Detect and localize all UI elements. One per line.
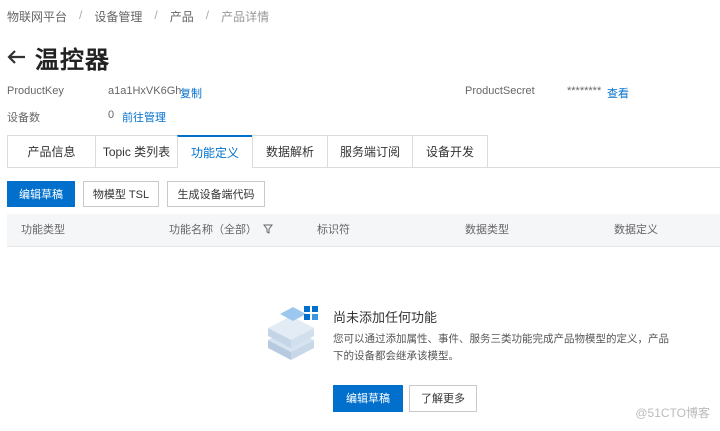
column-data-type: 数据类型 bbox=[465, 224, 509, 236]
generate-code-button[interactable]: 生成设备端代码 bbox=[167, 181, 265, 207]
cube-stack-icon bbox=[268, 306, 318, 360]
product-key-label: ProductKey bbox=[7, 85, 64, 97]
arrow-left-icon[interactable] bbox=[7, 45, 35, 71]
tab-device-development[interactable]: 设备开发 bbox=[412, 135, 488, 167]
breadcrumb-item-product[interactable]: 产品 bbox=[170, 8, 194, 25]
column-function-name[interactable]: 功能名称（全部） bbox=[169, 214, 274, 246]
filter-icon[interactable] bbox=[263, 224, 274, 234]
breadcrumb-item-product-detail: 产品详情 bbox=[221, 10, 270, 24]
tab-product-info[interactable]: 产品信息 bbox=[7, 135, 96, 167]
product-secret-value: ******** bbox=[567, 85, 602, 97]
tab-data-parsing[interactable]: 数据解析 bbox=[252, 135, 328, 167]
breadcrumb: 物联网平台 / 设备管理 / 产品 / 产品详情 bbox=[7, 8, 269, 25]
manage-devices-link[interactable]: 前往管理 bbox=[122, 109, 166, 125]
copy-link[interactable]: 复制 bbox=[180, 85, 202, 101]
view-secret-link[interactable]: 查看 bbox=[607, 85, 629, 101]
product-secret-label: ProductSecret bbox=[465, 85, 535, 97]
product-key-value: a1a1HxVK6Gh bbox=[108, 85, 182, 97]
tab-function-definition[interactable]: 功能定义 bbox=[177, 135, 253, 168]
empty-state-title: 尚未添加任何功能 bbox=[333, 310, 438, 325]
column-data-definition: 数据定义 bbox=[614, 224, 658, 236]
title-row: 温控器 bbox=[7, 40, 110, 75]
column-function-name-label: 功能名称（全部） bbox=[169, 224, 257, 236]
edit-draft-button[interactable]: 编辑草稿 bbox=[7, 181, 75, 207]
watermark: @51CTO博客 bbox=[635, 406, 710, 420]
tab-server-subscription[interactable]: 服务端订阅 bbox=[327, 135, 413, 167]
device-count-label: 设备数 bbox=[7, 112, 40, 124]
page-title: 温控器 bbox=[35, 47, 110, 74]
empty-edit-draft-button[interactable]: 编辑草稿 bbox=[333, 385, 403, 412]
breadcrumb-separator: / bbox=[79, 8, 83, 22]
tsl-button[interactable]: 物模型 TSL bbox=[83, 181, 159, 207]
empty-state-description: 您可以通过添加属性、事件、服务三类功能完成产品物模型的定义，产品下的设备都会继承… bbox=[333, 333, 669, 362]
breadcrumb-separator: / bbox=[154, 8, 158, 22]
tab-bar: 产品信息 Topic 类列表 功能定义 数据解析 服务端订阅 设备开发 bbox=[7, 135, 720, 168]
tab-topic-list[interactable]: Topic 类列表 bbox=[95, 135, 178, 167]
breadcrumb-item-device-management[interactable]: 设备管理 bbox=[94, 8, 142, 25]
breadcrumb-item-platform[interactable]: 物联网平台 bbox=[7, 8, 67, 25]
breadcrumb-separator: / bbox=[205, 8, 210, 22]
learn-more-button[interactable]: 了解更多 bbox=[409, 385, 477, 412]
column-identifier: 标识符 bbox=[317, 224, 350, 236]
device-count-value: 0 bbox=[108, 109, 115, 121]
table-header: 功能类型 功能名称（全部） 标识符 数据类型 数据定义 bbox=[7, 214, 720, 247]
column-function-type: 功能类型 bbox=[21, 224, 65, 236]
